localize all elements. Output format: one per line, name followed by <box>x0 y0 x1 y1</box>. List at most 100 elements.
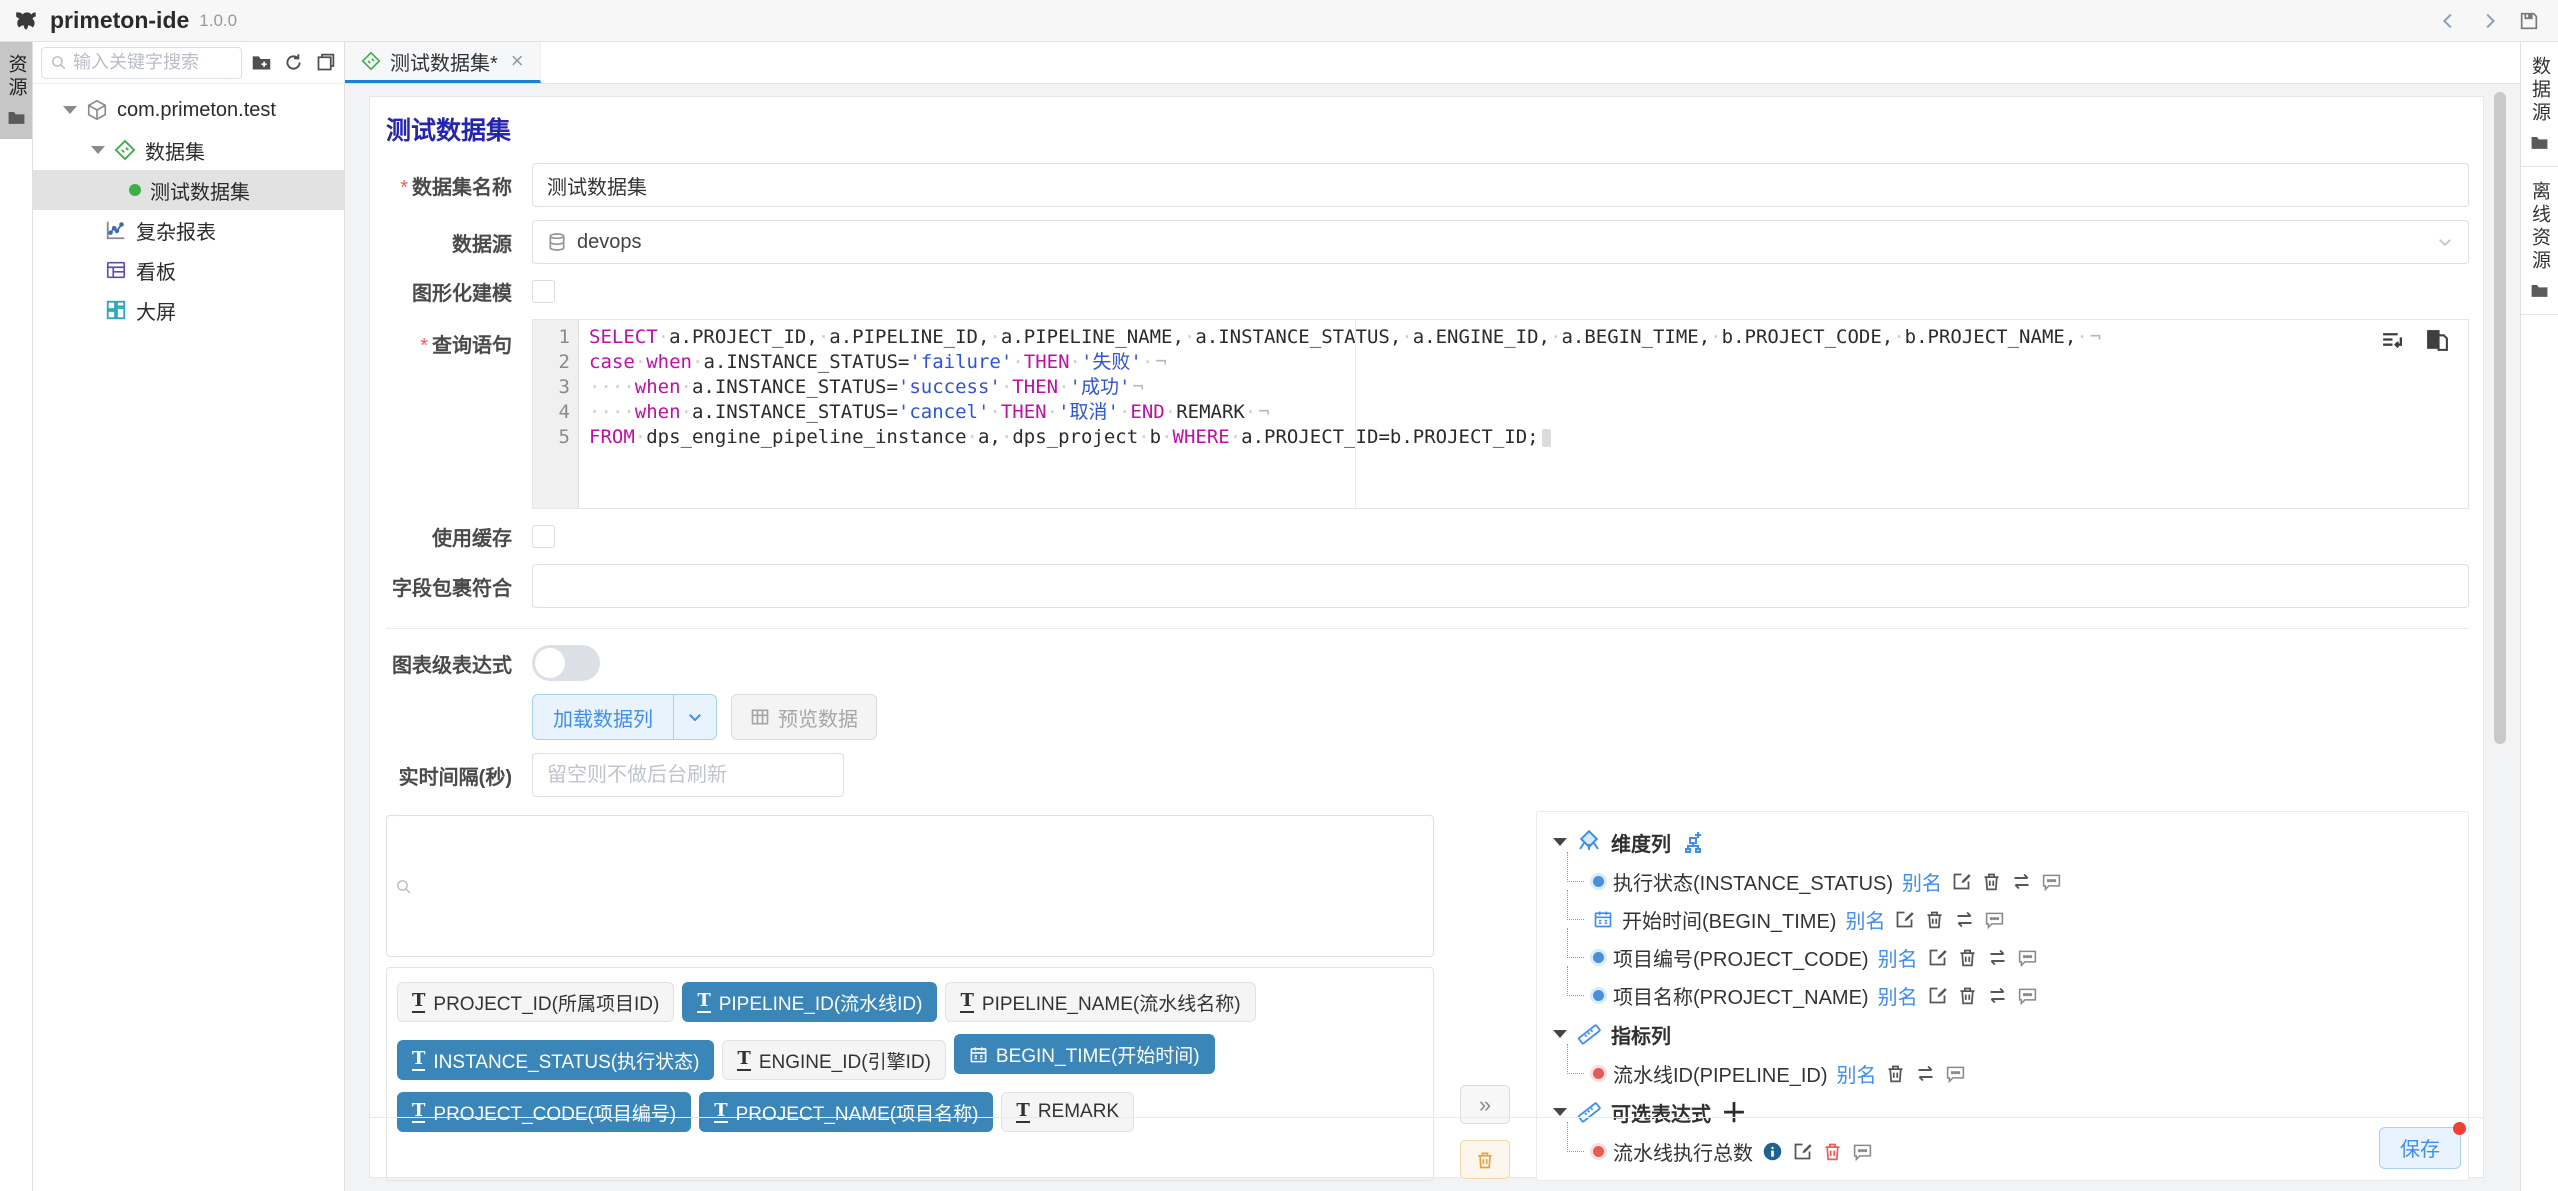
tree-item-0[interactable]: com.primeton.test <box>33 90 344 130</box>
main-area: 测试数据集* × 测试数据集 数据集名称 数据源 <box>345 42 2520 1191</box>
column-chip-4[interactable]: TENGINE_ID(引擎ID) <box>722 1040 945 1080</box>
rail-item-label: 离线资源 <box>2526 181 2553 273</box>
column-chip-label: INSTANCE_STATUS(执行状态) <box>433 1047 699 1074</box>
left-activity-bar: 资源 <box>0 42 33 1191</box>
edit-icon[interactable] <box>1927 985 1948 1006</box>
comment-icon[interactable] <box>2041 871 2062 892</box>
caret-down-icon[interactable] <box>63 106 77 114</box>
swap-icon[interactable] <box>1915 1063 1936 1084</box>
red-dot-icon <box>1593 1146 1604 1157</box>
caret-down-icon[interactable] <box>1553 838 1567 846</box>
tree-item-1[interactable]: 数据集 <box>33 130 344 170</box>
sql-line-5[interactable]: FROM·dps_engine_pipeline_instance·a,·dps… <box>589 425 2468 450</box>
tree-item-3[interactable]: 复杂报表 <box>33 210 344 250</box>
refresh-icon[interactable] <box>280 50 306 76</box>
trash-icon[interactable] <box>1885 1063 1906 1084</box>
column-chip-0[interactable]: TPROJECT_ID(所属项目ID) <box>397 982 674 1022</box>
sql-line-numbers: 12345 <box>533 320 579 508</box>
comment-icon[interactable] <box>2017 947 2038 968</box>
open-window-icon[interactable] <box>312 50 338 76</box>
app-window: primeton-ide 1.0.0 资源 <box>0 0 2558 1191</box>
save-all-icon[interactable] <box>2514 6 2544 36</box>
section-header-0[interactable]: 维度列 <box>1553 822 2452 862</box>
chevron-down-icon[interactable] <box>674 695 716 739</box>
add-node-icon[interactable] <box>1681 830 1705 854</box>
nav-back-icon[interactable] <box>2434 6 2464 36</box>
comment-icon[interactable] <box>1852 1141 1873 1162</box>
format-sql-icon[interactable] <box>2380 328 2405 353</box>
trash-icon[interactable] <box>1957 947 1978 968</box>
info-icon[interactable] <box>1762 1141 1783 1162</box>
close-icon[interactable]: × <box>511 48 524 74</box>
swap-icon[interactable] <box>1987 985 2008 1006</box>
edit-icon[interactable] <box>1927 947 1948 968</box>
alias-link[interactable]: 别名 <box>1878 943 1918 972</box>
comment-icon[interactable] <box>1945 1063 1966 1084</box>
comment-icon[interactable] <box>2017 985 2038 1006</box>
tree-item-5[interactable]: 大屏 <box>33 290 344 330</box>
edit-icon[interactable] <box>1951 871 1972 892</box>
datasource-select[interactable]: devops <box>532 220 2469 264</box>
sql-line-3[interactable]: ····when·a.INSTANCE_STATUS='success'·THE… <box>589 375 2468 400</box>
chart-expression-toggle[interactable] <box>532 645 600 681</box>
sql-line-2[interactable]: case·when·a.INSTANCE_STATUS='failure'·TH… <box>589 350 2468 375</box>
columns-search[interactable] <box>386 815 1434 957</box>
realtime-interval-input[interactable] <box>532 753 844 797</box>
trash-icon[interactable] <box>1981 871 2002 892</box>
rail-item-offline-resources[interactable]: 离线资源 <box>2521 167 2558 315</box>
swap-icon[interactable] <box>1954 909 1975 930</box>
use-cache-checkbox[interactable] <box>532 525 555 548</box>
explorer-tree: com.primeton.test数据集测试数据集复杂报表看板大屏 <box>33 84 344 330</box>
trash-icon[interactable] <box>1924 909 1945 930</box>
sql-line-1[interactable]: SELECT·a.PROJECT_ID,·a.PIPELINE_ID,·a.PI… <box>589 325 2468 350</box>
comment-icon[interactable] <box>1984 909 2005 930</box>
edit-icon[interactable] <box>1792 1141 1813 1162</box>
explorer-search-input[interactable] <box>73 52 233 73</box>
page-title: 测试数据集 <box>386 111 2469 147</box>
alias-link[interactable]: 别名 <box>1836 1059 1876 1088</box>
caret-down-icon[interactable] <box>1553 1030 1567 1038</box>
nav-forward-icon[interactable] <box>2474 6 2504 36</box>
alias-link[interactable]: 别名 <box>1902 867 1942 896</box>
caret-down-icon[interactable] <box>1553 1108 1567 1116</box>
caret-down-icon[interactable] <box>91 146 105 154</box>
sql-line-4[interactable]: ····when·a.INSTANCE_STATUS='cancel'·THEN… <box>589 400 2468 425</box>
panel-item-0-3: 项目名称(PROJECT_NAME)别名 <box>1567 976 2452 1014</box>
alias-link[interactable]: 别名 <box>1878 981 1918 1010</box>
trash-icon[interactable] <box>1822 1141 1843 1162</box>
tree-item-2[interactable]: 测试数据集 <box>33 170 344 210</box>
column-chip-2[interactable]: TPIPELINE_NAME(流水线名称) <box>945 982 1255 1022</box>
section-header-1[interactable]: 指标列 <box>1553 1014 2452 1054</box>
copy-sql-icon[interactable] <box>2425 328 2450 353</box>
trash-icon[interactable] <box>1957 985 1978 1006</box>
sql-editor[interactable]: 12345 SELECT·a.PROJECT_ID,·a.PIPELINE_ID… <box>532 319 2469 509</box>
sql-code[interactable]: SELECT·a.PROJECT_ID,·a.PIPELINE_ID,·a.PI… <box>579 320 2468 508</box>
column-chip-3[interactable]: TINSTANCE_STATUS(执行状态) <box>397 1040 714 1080</box>
search-icon <box>395 878 412 895</box>
rail-item-datasource[interactable]: 数据源 <box>2521 42 2558 167</box>
rail-item-resources[interactable]: 资源 <box>0 42 32 139</box>
app-logo-icon <box>14 8 40 34</box>
column-chip-5[interactable]: BEGIN_TIME(开始时间) <box>954 1034 1215 1074</box>
graphical-modeling-checkbox[interactable] <box>532 280 555 303</box>
column-chip-1[interactable]: TPIPELINE_ID(流水线ID) <box>682 982 937 1022</box>
field-wrapper-input[interactable] <box>532 564 2469 608</box>
realtime-interval-label: 实时间隔(秒) <box>386 761 532 790</box>
vertical-scrollbar[interactable] <box>2494 92 2506 744</box>
edit-icon[interactable] <box>1894 909 1915 930</box>
preview-data-button[interactable]: 预览数据 <box>731 694 877 740</box>
panel-item-label: 开始时间(BEGIN_TIME) <box>1622 905 1836 934</box>
explorer-search[interactable] <box>41 47 242 79</box>
dataset-name-input[interactable] <box>532 163 2469 207</box>
alias-link[interactable]: 别名 <box>1845 905 1885 934</box>
blue-dot-icon <box>1593 952 1604 963</box>
new-folder-icon[interactable] <box>248 50 274 76</box>
columns-search-input[interactable] <box>418 876 1425 897</box>
swap-icon[interactable] <box>1987 947 2008 968</box>
load-columns-button[interactable]: 加载数据列 <box>532 694 717 740</box>
save-button[interactable]: 保存 <box>2379 1127 2461 1169</box>
tab-dataset[interactable]: 测试数据集* × <box>345 42 541 83</box>
swap-icon[interactable] <box>2011 871 2032 892</box>
tree-item-4[interactable]: 看板 <box>33 250 344 290</box>
calendar-icon <box>1593 909 1613 929</box>
